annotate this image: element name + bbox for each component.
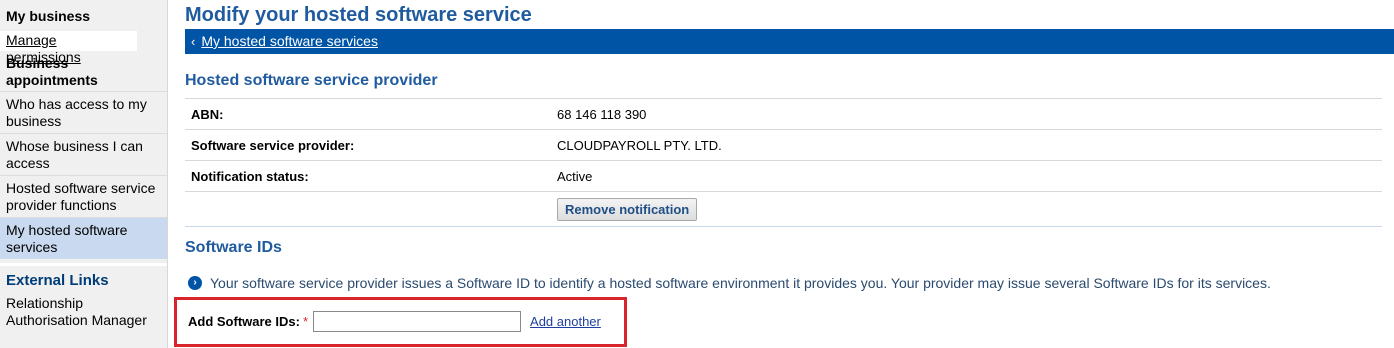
sidebar-heading-business-appointments: Business appointments bbox=[0, 51, 167, 91]
required-marker: * bbox=[302, 314, 309, 329]
add-software-ids-row: Add Software IDs: * Add another bbox=[188, 311, 601, 332]
sidebar-heading-external-links: External Links bbox=[0, 263, 167, 291]
sidebar-item-who-has-access[interactable]: Who has access to my business bbox=[0, 91, 167, 133]
sidebar: My business Manage permissions Business … bbox=[0, 0, 168, 348]
software-id-input[interactable] bbox=[313, 311, 522, 332]
sidebar-item-hosted-provider-functions[interactable]: Hosted software service provider functio… bbox=[0, 175, 167, 217]
detail-value: 68 146 118 390 bbox=[557, 106, 647, 122]
chevron-right-circle-icon: › bbox=[188, 276, 202, 290]
provider-details-table: ABN: 68 146 118 390 Software service pro… bbox=[185, 98, 1382, 227]
detail-value: Active bbox=[557, 168, 593, 184]
add-software-ids-label: Add Software IDs: bbox=[188, 314, 300, 329]
detail-value: CLOUDPAYROLL PTY. LTD. bbox=[557, 137, 722, 153]
sidebar-item-manage-permissions[interactable]: Manage permissions bbox=[0, 31, 137, 65]
detail-label: ABN: bbox=[191, 106, 224, 122]
page-title: Modify your hosted software service bbox=[185, 4, 532, 26]
add-another-link[interactable]: Add another bbox=[530, 314, 601, 329]
breadcrumb-link-my-hosted-services[interactable]: My hosted software services bbox=[201, 33, 378, 49]
software-ids-info-text: Your software service provider issues a … bbox=[210, 275, 1271, 291]
sidebar-item-whose-business[interactable]: Whose business I can access bbox=[0, 133, 167, 175]
main-content: Modify your hosted software service ‹ My … bbox=[185, 0, 1394, 291]
detail-row-actions: Remove notification bbox=[185, 192, 1382, 227]
detail-label: Software service provider: bbox=[191, 137, 355, 153]
sidebar-heading-my-business: My business bbox=[0, 0, 167, 31]
chevron-left-icon: ‹ bbox=[191, 34, 196, 49]
software-ids-title: Software IDs bbox=[185, 239, 282, 256]
detail-row-status: Notification status: Active bbox=[185, 161, 1382, 192]
remove-notification-button[interactable]: Remove notification bbox=[557, 197, 698, 221]
detail-row-provider: Software service provider: CLOUDPAYROLL … bbox=[185, 130, 1382, 161]
sidebar-item-ram[interactable]: Relationship Authorisation Manager bbox=[0, 291, 167, 332]
provider-section-title: Hosted software service provider bbox=[185, 72, 438, 89]
sidebar-item-my-hosted-services[interactable]: My hosted software services bbox=[0, 217, 167, 259]
detail-row-abn: ABN: 68 146 118 390 bbox=[185, 99, 1382, 130]
detail-label: Notification status: bbox=[191, 168, 309, 184]
breadcrumb-bar: ‹ My hosted software services bbox=[185, 29, 1394, 54]
software-ids-info: › Your software service provider issues … bbox=[188, 275, 1271, 291]
